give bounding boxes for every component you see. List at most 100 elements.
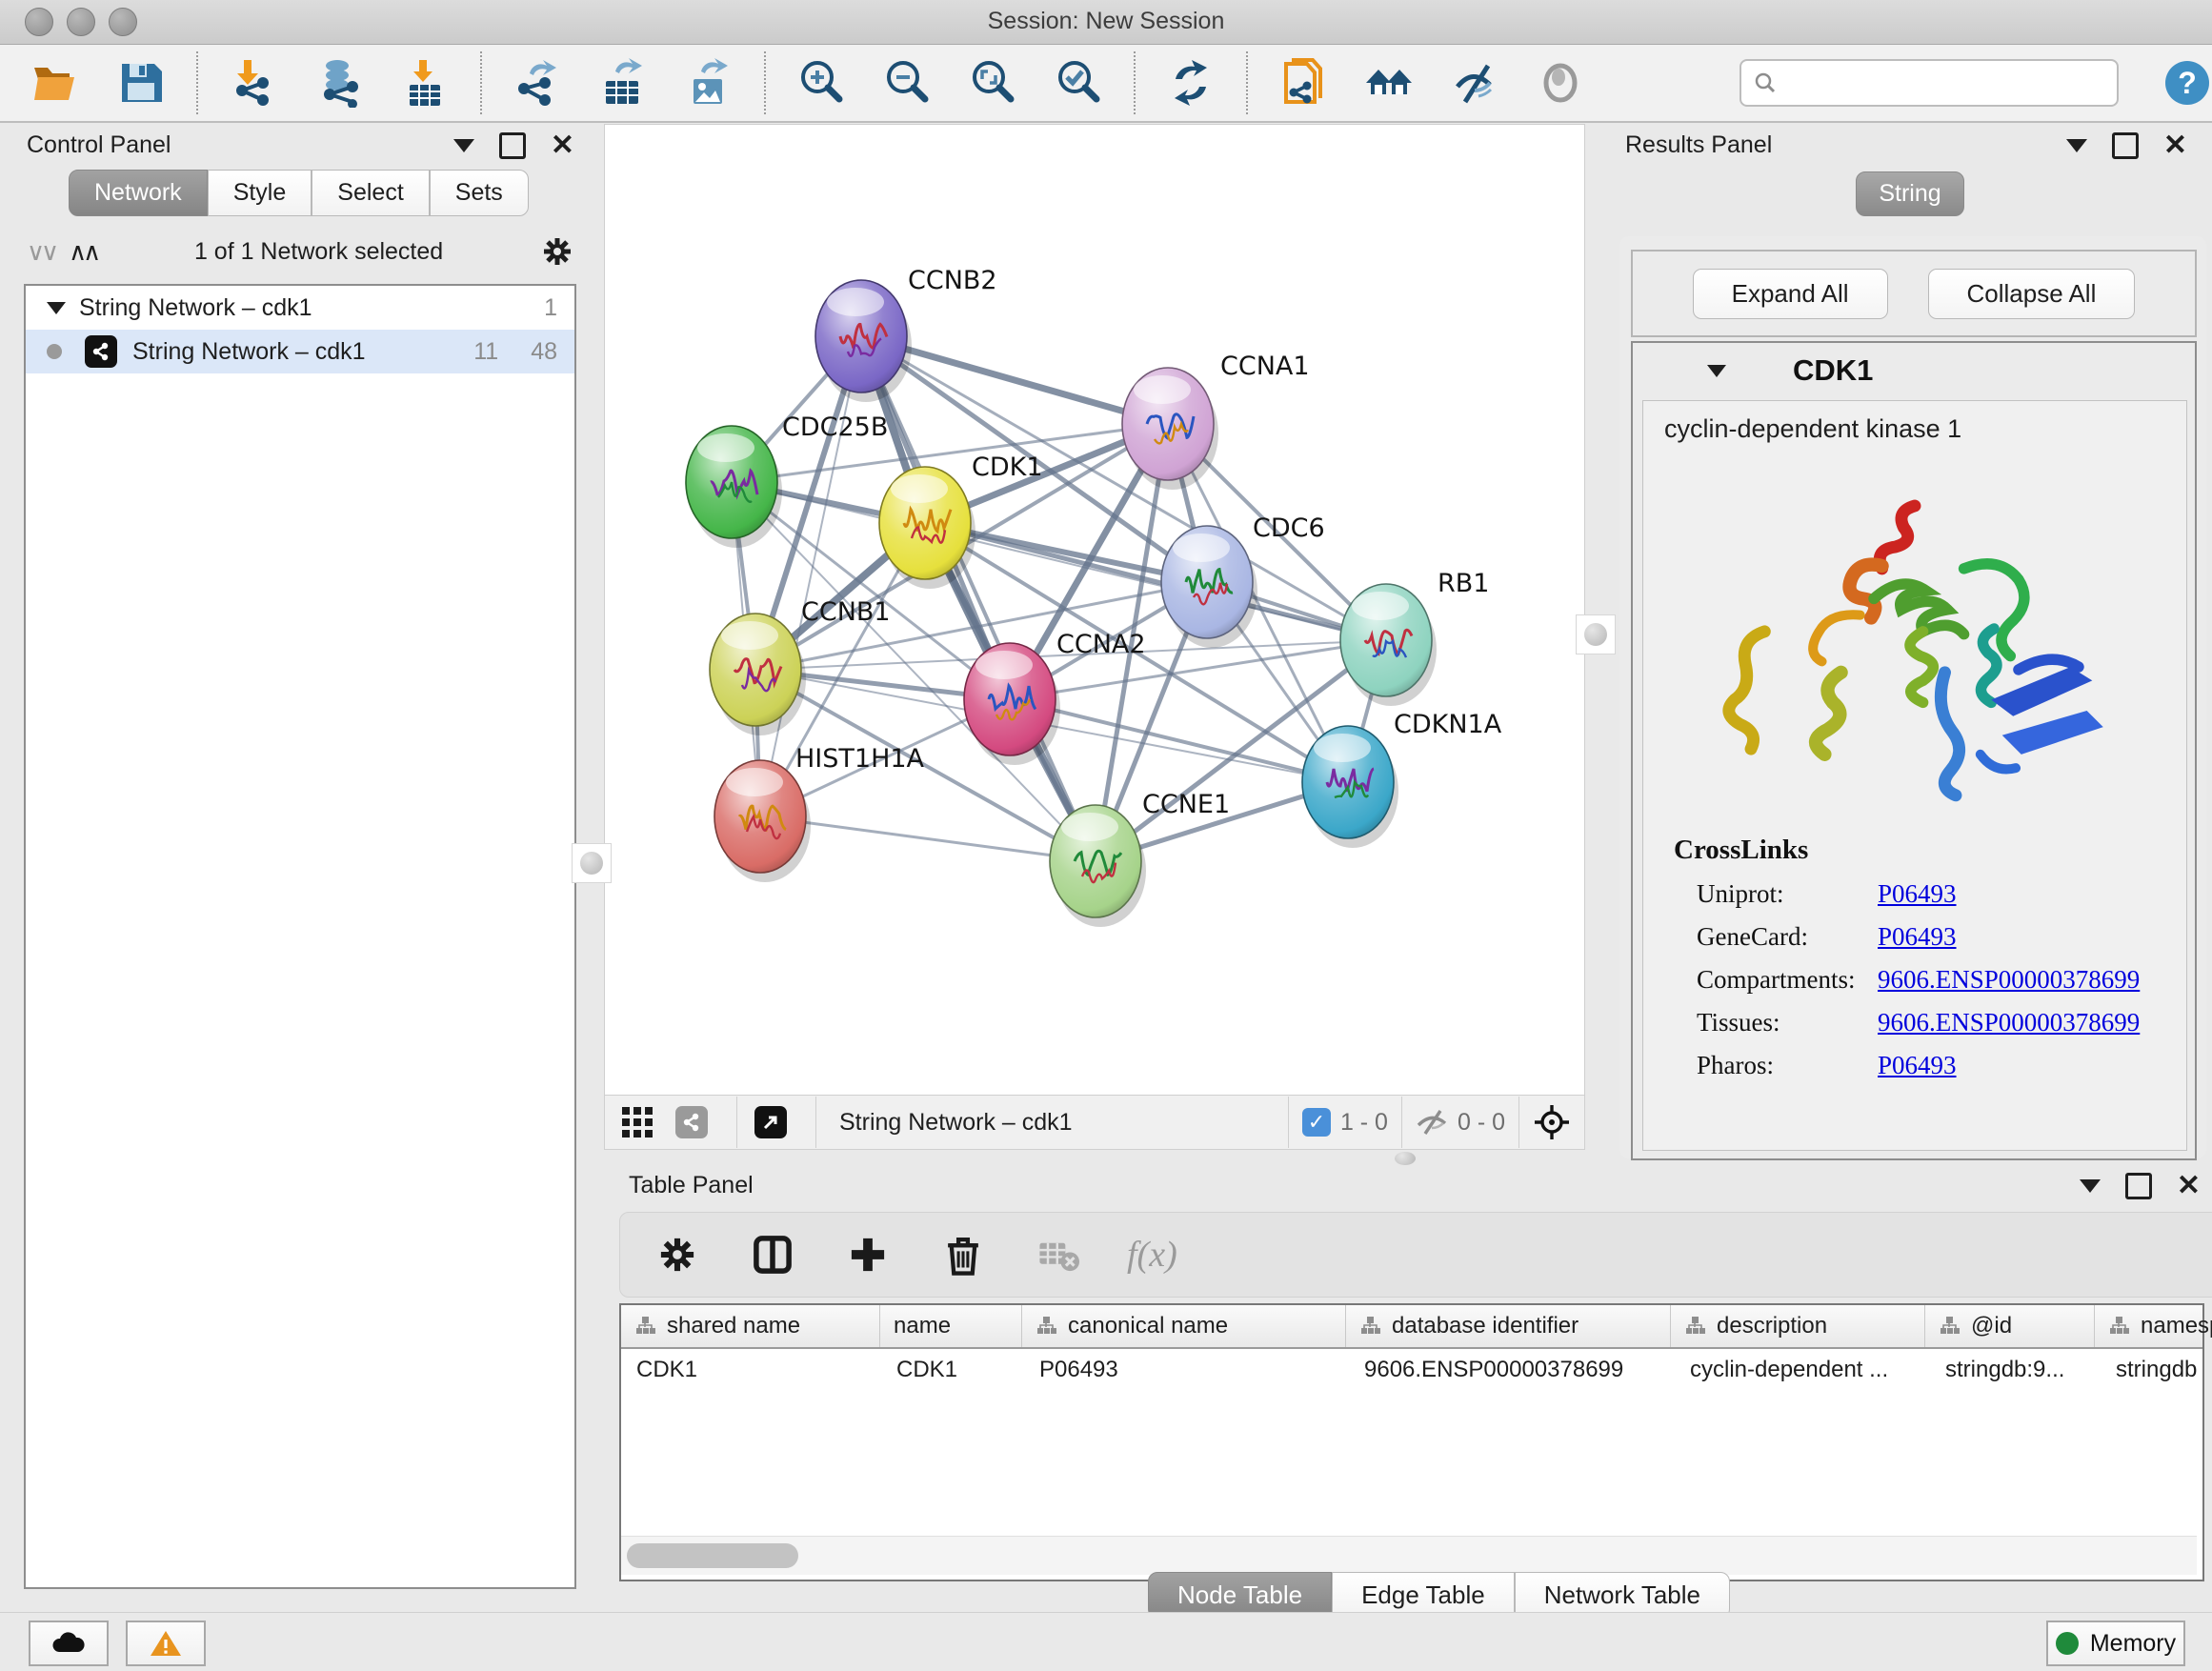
- export-image-icon[interactable]: [682, 56, 735, 110]
- gene-expand-icon[interactable]: [1707, 365, 1726, 377]
- network-node-cdc6[interactable]: [1161, 526, 1257, 648]
- horizontal-splitter-handle[interactable]: [1395, 1152, 1416, 1165]
- tab-select[interactable]: Select: [312, 170, 429, 216]
- zoom-out-icon[interactable]: [880, 56, 934, 110]
- node-label-cdc6: CDC6: [1253, 513, 1325, 543]
- column-header-@id[interactable]: @id: [1925, 1305, 2095, 1347]
- tab-network[interactable]: Network: [69, 170, 208, 216]
- tab-style[interactable]: Style: [208, 170, 312, 216]
- collection-expand-icon[interactable]: [47, 302, 66, 314]
- search-input[interactable]: [1778, 69, 2105, 97]
- refresh-icon[interactable]: [1164, 56, 1217, 110]
- hide-eye-icon[interactable]: [1448, 56, 1501, 110]
- panel-float-icon[interactable]: [2125, 1173, 2152, 1199]
- network-node-ccnb2[interactable]: [815, 280, 912, 402]
- grid-view-icon[interactable]: [620, 1105, 654, 1139]
- column-header-canonical-name[interactable]: canonical name: [1022, 1305, 1346, 1347]
- zoom-in-icon[interactable]: [794, 56, 848, 110]
- cell-description[interactable]: cyclin-dependent ...: [1675, 1349, 1930, 1391]
- scrollbar-thumb[interactable]: [627, 1543, 798, 1568]
- tab-sets[interactable]: Sets: [430, 170, 529, 216]
- zoom-fit-icon[interactable]: [966, 56, 1019, 110]
- network-node-ccna2[interactable]: [964, 643, 1060, 765]
- share-session-file-icon[interactable]: [1277, 56, 1330, 110]
- node-label-ccnb2: CCNB2: [908, 266, 997, 295]
- export-network-icon[interactable]: [511, 56, 564, 110]
- column-header-description[interactable]: description: [1671, 1305, 1925, 1347]
- birds-eye-view-icon[interactable]: [1533, 1103, 1571, 1141]
- import-network-database-icon[interactable]: [312, 56, 366, 110]
- cell-@id[interactable]: stringdb:9...: [1930, 1349, 2101, 1391]
- network-node-ccne1[interactable]: [1050, 805, 1146, 927]
- collapse-all-button[interactable]: Collapse All: [1928, 269, 2136, 319]
- help-icon[interactable]: ?: [2162, 56, 2212, 110]
- network-badge-icon[interactable]: [675, 1106, 708, 1138]
- crosslink-link[interactable]: P06493: [1878, 879, 1957, 909]
- network-collection-row[interactable]: String Network – cdk1 1: [26, 286, 574, 330]
- gene-detail-card: cyclin-dependent kinase 1: [1642, 400, 2187, 1151]
- add-column-icon[interactable]: [841, 1228, 895, 1281]
- panel-collapse-icon[interactable]: [2066, 139, 2087, 152]
- gene-section-header[interactable]: CDK1: [1633, 343, 2195, 398]
- tab-string[interactable]: String: [1856, 171, 1964, 216]
- home-icon[interactable]: [1362, 56, 1416, 110]
- network-options-gear-icon[interactable]: [540, 234, 574, 269]
- crosslink-link[interactable]: P06493: [1878, 1051, 1957, 1080]
- save-session-icon[interactable]: [114, 56, 168, 110]
- column-header-shared-name[interactable]: shared name: [621, 1305, 880, 1347]
- zoom-selected-icon[interactable]: [1052, 56, 1105, 110]
- panel-close-icon[interactable]: ✕: [2177, 1176, 2201, 1197]
- selected-count: 1 - 0: [1340, 1109, 1388, 1137]
- crosslink-link[interactable]: 9606.ENSP00000378699: [1878, 965, 2140, 995]
- export-table-icon[interactable]: [596, 56, 650, 110]
- panel-float-icon[interactable]: [2112, 132, 2139, 159]
- column-header-database-identifier[interactable]: database identifier: [1346, 1305, 1671, 1347]
- network-node-hist1h1a[interactable]: [714, 760, 811, 882]
- memory-button[interactable]: Memory: [2046, 1621, 2185, 1666]
- table-row[interactable]: CDK1CDK1P064939606.ENSP00000378699cyclin…: [621, 1349, 2202, 1391]
- expand-all-chevron-icon[interactable]: ∨∨: [27, 237, 55, 267]
- expand-all-button[interactable]: Expand All: [1693, 269, 1888, 319]
- crosslink-label: Pharos:: [1697, 1051, 1878, 1080]
- panel-close-icon[interactable]: ✕: [551, 135, 574, 156]
- show-columns-icon[interactable]: [746, 1228, 799, 1281]
- import-table-file-icon[interactable]: [398, 56, 452, 110]
- network-node-rb1[interactable]: [1340, 584, 1437, 706]
- network-node-cdk1[interactable]: [879, 467, 975, 589]
- cloud-button[interactable]: [29, 1621, 109, 1666]
- cell-canonical-name[interactable]: P06493: [1024, 1349, 1349, 1391]
- left-splitter-handle[interactable]: [572, 843, 612, 883]
- network-canvas[interactable]: CCNB2CCNA1CDC25BCDK1CDC6RB1CCNB1CCNA2CDK…: [604, 124, 1585, 1096]
- open-in-new-window-icon[interactable]: [754, 1106, 787, 1138]
- network-node-cdkn1a[interactable]: [1302, 726, 1398, 848]
- crosslink-link[interactable]: 9606.ENSP00000378699: [1878, 1008, 2140, 1037]
- column-type-icon: [1939, 1316, 1960, 1337]
- cell-namespace[interactable]: stringdb: [2101, 1349, 2212, 1391]
- main-toolbar: ?: [0, 45, 2212, 123]
- panel-collapse-icon[interactable]: [2080, 1179, 2101, 1193]
- cell-name[interactable]: CDK1: [881, 1349, 1024, 1391]
- import-network-file-icon[interactable]: [227, 56, 280, 110]
- node-label-cdkn1a: CDKN1A: [1394, 710, 1502, 739]
- network-row-selected[interactable]: String Network – cdk1 11 48: [26, 330, 574, 373]
- network-node-ccna1[interactable]: [1122, 368, 1218, 490]
- crosslink-link[interactable]: P06493: [1878, 922, 1957, 952]
- table-settings-gear-icon[interactable]: [651, 1228, 704, 1281]
- column-header-namespace[interactable]: namespace: [2095, 1305, 2212, 1347]
- panel-collapse-icon[interactable]: [453, 139, 474, 152]
- cell-shared-name[interactable]: CDK1: [621, 1349, 881, 1391]
- warnings-button[interactable]: [126, 1621, 206, 1666]
- open-session-icon[interactable]: [29, 56, 82, 110]
- cytoscape-window: Session: New Session: [0, 0, 2212, 1671]
- selected-checkbox-icon[interactable]: ✓: [1302, 1108, 1331, 1137]
- delete-column-icon[interactable]: [936, 1228, 990, 1281]
- cell-database-identifier[interactable]: 9606.ENSP00000378699: [1349, 1349, 1675, 1391]
- right-splitter-handle[interactable]: [1576, 614, 1616, 654]
- search-box[interactable]: [1739, 59, 2119, 107]
- collapse-all-chevron-icon[interactable]: ∧∧: [69, 237, 97, 267]
- panel-close-icon[interactable]: ✕: [2163, 135, 2187, 156]
- network-node-ccnb1[interactable]: [710, 614, 806, 735]
- column-header-name[interactable]: name: [880, 1305, 1022, 1347]
- panel-float-icon[interactable]: [499, 132, 526, 159]
- table-horizontal-scrollbar[interactable]: [621, 1536, 2197, 1575]
